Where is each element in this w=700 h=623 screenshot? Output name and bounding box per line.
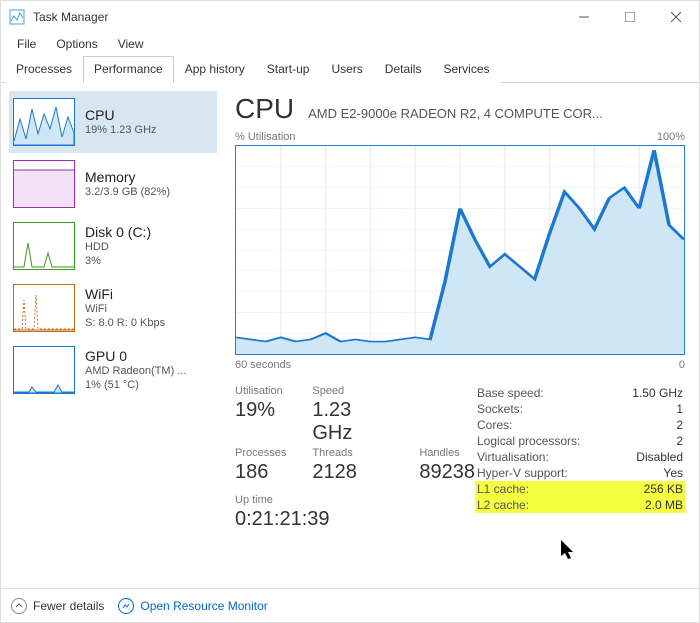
minimize-button[interactable] [561, 1, 607, 33]
cpu-utilisation-chart [235, 145, 685, 355]
stat-value: 1 [676, 402, 683, 416]
stat-value: 2 [676, 418, 683, 432]
stat-row: Virtualisation: Disabled [475, 449, 685, 465]
stat-value: Yes [663, 466, 683, 480]
sidebar-item-sub: HDD [85, 240, 151, 254]
sidebar-item-sub: 3.2/3.9 GB (82%) [85, 185, 170, 199]
cpu-model: AMD E2-9000e RADEON R2, 4 COMPUTE COR... [308, 106, 685, 121]
stat-row: L1 cache: 256 KB [475, 481, 685, 497]
stat-row: Hyper-V support: Yes [475, 465, 685, 481]
stat-row: Cores: 2 [475, 417, 685, 433]
stat-value: 1.50 GHz [632, 386, 683, 400]
stat-label: Speed [312, 385, 393, 397]
sidebar-item-sub: 19% 1.23 GHz [85, 123, 157, 137]
stat-label: L1 cache: [477, 482, 529, 496]
titlebar: Task Manager [1, 1, 699, 33]
menu-file[interactable]: File [7, 35, 46, 53]
sidebar-item-sub: AMD Radeon(TM) ... [85, 364, 186, 378]
sidebar-item-memory[interactable]: Memory 3.2/3.9 GB (82%) [9, 153, 217, 215]
sidebar-item-label: Disk 0 (C:) [85, 224, 151, 240]
open-resource-monitor-link[interactable]: Open Resource Monitor [118, 598, 267, 614]
menu-view[interactable]: View [108, 35, 154, 53]
stat-label: Base speed: [477, 386, 544, 400]
chart-xmin: 0 [679, 359, 685, 371]
stat-row: L2 cache: 2.0 MB [475, 497, 685, 513]
disk-thumb-icon [13, 222, 75, 270]
sidebar: CPU 19% 1.23 GHz Memory 3.2/3.9 GB (82%) [1, 83, 221, 588]
memory-thumb-icon [13, 160, 75, 208]
sidebar-item-gpu[interactable]: GPU 0 AMD Radeon(TM) ... 1% (51 °C) [9, 339, 217, 401]
stat-label: Virtualisation: [477, 450, 549, 464]
stats-left: Utilisation Speed 19% 1.23 GHz Processes… [235, 385, 475, 531]
stat-label: Cores: [477, 418, 512, 432]
main-panel: CPU AMD E2-9000e RADEON R2, 4 COMPUTE CO… [221, 83, 699, 588]
stat-value: 186 [235, 461, 286, 484]
stat-label: Threads [312, 447, 393, 459]
uptime-label: Up time [235, 494, 475, 506]
tab-processes[interactable]: Processes [5, 56, 83, 83]
sidebar-item-sub2: 1% (51 °C) [85, 378, 186, 392]
tab-start-up[interactable]: Start-up [256, 56, 321, 83]
stat-value: 1.23 GHz [312, 399, 393, 445]
stat-value: 2.0 MB [645, 498, 683, 512]
window-title: Task Manager [33, 10, 108, 24]
stat-value: 256 KB [644, 482, 683, 496]
fewer-details-label: Fewer details [33, 599, 104, 613]
close-button[interactable] [653, 1, 699, 33]
chart-xmax: 60 seconds [235, 359, 291, 371]
menu-options[interactable]: Options [46, 35, 107, 53]
stat-row: Base speed: 1.50 GHz [475, 385, 685, 401]
stat-value: Disabled [636, 450, 683, 464]
open-resource-monitor-label: Open Resource Monitor [140, 599, 267, 613]
stat-label: Sockets: [477, 402, 523, 416]
stat-label: Processes [235, 447, 286, 459]
cpu-thumb-icon [13, 98, 75, 146]
tab-details[interactable]: Details [374, 56, 433, 83]
stat-label: Logical processors: [477, 434, 580, 448]
stat-label: Handles [419, 447, 475, 459]
stats-right: Base speed:1.50 GHzSockets:1Cores:2Logic… [475, 385, 685, 531]
stat-value: 89238 [419, 461, 475, 484]
chart-ylabel: % Utilisation [235, 131, 296, 143]
monitor-icon [118, 598, 134, 614]
app-icon [9, 9, 25, 25]
stat-value: 19% [235, 399, 286, 445]
sidebar-item-sub: WiFi [85, 302, 165, 316]
sidebar-item-label: CPU [85, 107, 157, 123]
wifi-thumb-icon [13, 284, 75, 332]
stat-label: Hyper-V support: [477, 466, 568, 480]
fewer-details-button[interactable]: Fewer details [11, 598, 104, 614]
uptime-value: 0:21:21:39 [235, 508, 475, 531]
tab-services[interactable]: Services [432, 56, 500, 83]
tabs: Processes Performance App history Start-… [1, 55, 699, 83]
chart-ymax: 100% [657, 131, 685, 143]
stat-value: 2 [676, 434, 683, 448]
tab-app-history[interactable]: App history [174, 56, 256, 83]
sidebar-item-cpu[interactable]: CPU 19% 1.23 GHz [9, 91, 217, 153]
chevron-up-icon [11, 598, 27, 614]
maximize-button[interactable] [607, 1, 653, 33]
tab-performance[interactable]: Performance [83, 56, 174, 83]
stat-value [419, 399, 475, 445]
sidebar-item-label: Memory [85, 169, 170, 185]
sidebar-item-disk[interactable]: Disk 0 (C:) HDD 3% [9, 215, 217, 277]
sidebar-item-label: GPU 0 [85, 348, 186, 364]
stat-row: Sockets: 1 [475, 401, 685, 417]
sidebar-item-sub2: 3% [85, 254, 151, 268]
menubar: File Options View [1, 33, 699, 55]
gpu-thumb-icon [13, 346, 75, 394]
stat-value: 2128 [312, 461, 393, 484]
stat-row: Logical processors: 2 [475, 433, 685, 449]
sidebar-item-sub2: S: 8.0 R: 0 Kbps [85, 316, 165, 330]
page-title: CPU [235, 93, 294, 125]
footer: Fewer details Open Resource Monitor [1, 588, 699, 622]
stat-label: Utilisation [235, 385, 286, 397]
stat-label: L2 cache: [477, 498, 529, 512]
stat-label [419, 385, 475, 397]
sidebar-item-label: WiFi [85, 286, 165, 302]
cursor-icon [561, 540, 579, 562]
sidebar-item-wifi[interactable]: WiFi WiFi S: 8.0 R: 0 Kbps [9, 277, 217, 339]
tab-users[interactable]: Users [320, 56, 373, 83]
